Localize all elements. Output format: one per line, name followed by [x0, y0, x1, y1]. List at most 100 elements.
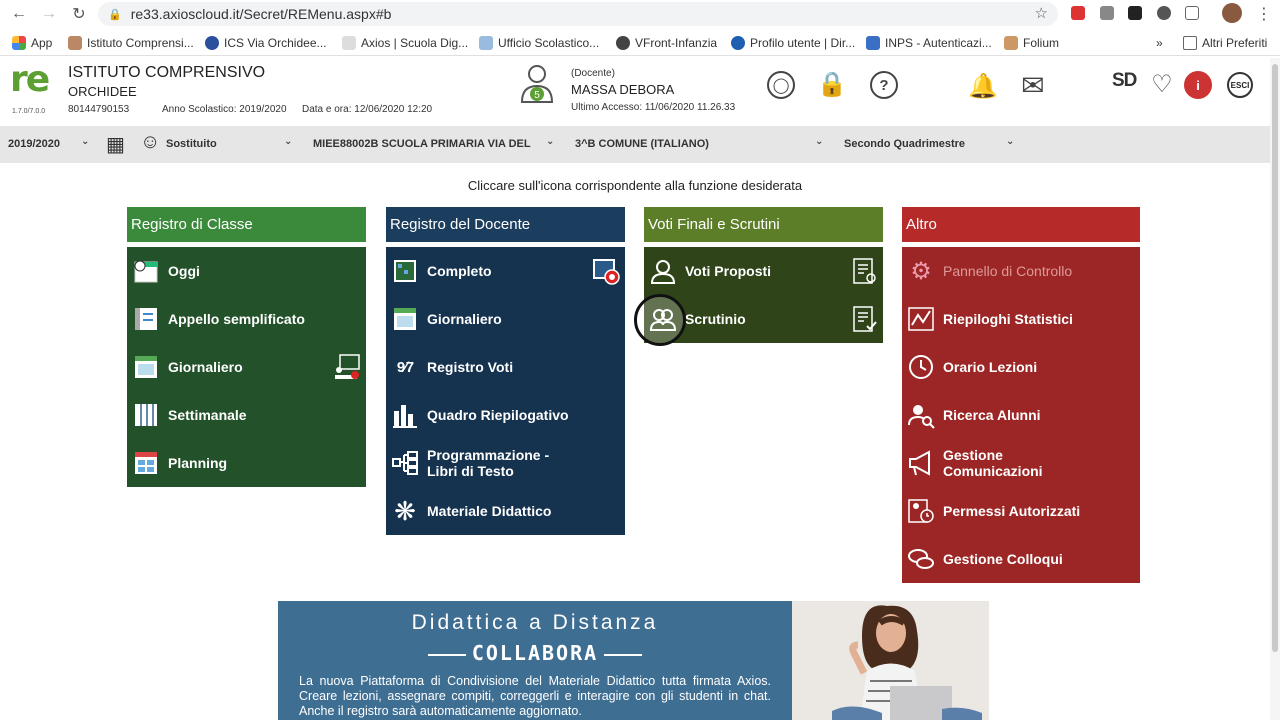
chevron-down-icon[interactable]: ⌄ [81, 136, 89, 147]
register-record-icon[interactable] [592, 257, 620, 285]
bookmarks-bar: App Istituto Comprensi... ICS Via Orchid… [0, 30, 1280, 56]
menu-item-label: Gestione Comunicazioni [943, 447, 1043, 479]
menu-item-settimanale[interactable]: Settimanale [127, 391, 366, 439]
bookmark-label: INPS - Autenticazi... [885, 36, 992, 50]
substitute-label[interactable]: Sostituito [166, 138, 217, 150]
school-name: ISTITUTO COMPRENSIVO [68, 64, 266, 81]
megaphone-icon [907, 449, 935, 477]
bookmark-item[interactable]: INPS - Autenticazi... [866, 36, 992, 50]
app-logo[interactable]: re [10, 62, 50, 98]
bookmark-apps[interactable]: App [12, 36, 52, 50]
extension-icon[interactable] [1157, 6, 1171, 20]
lock-icon[interactable]: 🔒 [817, 70, 847, 98]
menu-item-quadro-riepilogativo[interactable]: Quadro Riepilogativo [386, 391, 625, 439]
chevron-down-icon[interactable]: ⌄ [1006, 136, 1014, 147]
bookmark-label: ICS Via Orchidee... [224, 36, 327, 50]
class-register-icon[interactable]: ▦ [106, 132, 125, 157]
url-text[interactable]: re33.axioscloud.it/Secret/REMenu.aspx#b [131, 6, 392, 22]
attendance-sheet-icon [132, 305, 160, 333]
more-bookmarks-icon[interactable]: » [1156, 36, 1163, 50]
panel-registro-docente: Completo Giornaliero 9∕7 Registro Voti Q… [386, 247, 625, 535]
gears-icon: ⚙ [910, 257, 932, 285]
extensions-puzzle-icon[interactable] [1185, 6, 1199, 20]
reload-icon[interactable]: ↻ [68, 3, 90, 25]
period-select[interactable]: Secondo Quadrimestre [844, 138, 965, 150]
menu-item-label: Planning [168, 455, 228, 471]
forward-icon[interactable]: → [38, 3, 60, 25]
chevron-down-icon[interactable]: ⌄ [284, 136, 292, 147]
puzzle-icon: ❋ [394, 495, 416, 526]
year-select[interactable]: 2019/2020 [8, 138, 60, 150]
menu-item-gestione-comunicazioni[interactable]: Gestione Comunicazioni [902, 439, 1140, 487]
site-icon [866, 36, 880, 50]
menu-item-label: Completo [427, 263, 492, 279]
handshake-icon[interactable]: ♡ [1148, 70, 1176, 98]
menu-item-materiale-didattico[interactable]: ❋ Materiale Didattico [386, 487, 625, 535]
scrollbar-thumb[interactable] [1272, 64, 1278, 652]
back-icon[interactable]: ← [8, 3, 30, 25]
menu-item-label-line: Programmazione - [427, 447, 550, 463]
bookmark-item[interactable]: Ufficio Scolastico... [479, 36, 599, 50]
teacher-board-icon[interactable] [333, 353, 361, 381]
bookmark-label: Istituto Comprensi... [87, 36, 194, 50]
extension-icon[interactable] [1100, 6, 1114, 20]
bookmark-item[interactable]: ICS Via Orchidee... [205, 36, 327, 50]
info-icon[interactable]: i [1184, 71, 1212, 99]
menu-item-riepiloghi-statistici[interactable]: Riepiloghi Statistici [902, 295, 1140, 343]
full-register-icon [391, 257, 419, 285]
chevron-down-icon[interactable]: ⌄ [815, 136, 823, 147]
menu-item-completo[interactable]: Completo [386, 247, 625, 295]
menu-item-appello[interactable]: Appello semplificato [127, 295, 366, 343]
menu-item-permessi-autorizzati[interactable]: Permessi Autorizzati [902, 487, 1140, 535]
bookmark-star-icon[interactable]: ☆ [1035, 4, 1048, 22]
menu-item-planning[interactable]: Planning [127, 439, 366, 487]
menu-item-label: Riepiloghi Statistici [943, 311, 1073, 327]
document-check-icon[interactable] [850, 305, 878, 333]
bookmark-item[interactable]: Folium [1004, 36, 1059, 50]
bookmark-item[interactable]: Axios | Scuola Dig... [342, 36, 468, 50]
class-select[interactable]: 3^B COMUNE (ITALIANO) [575, 138, 709, 150]
menu-item-label: Permessi Autorizzati [943, 503, 1081, 519]
bell-icon[interactable]: 🔔 [968, 72, 998, 100]
substitute-user-icon[interactable]: ☺ [140, 131, 160, 154]
menu-item-ricerca-alunni[interactable]: Ricerca Alunni [902, 391, 1140, 439]
banner-subtitle: COLLABORA [471, 641, 599, 665]
menu-item-orario-lezioni[interactable]: Orario Lezioni [902, 343, 1140, 391]
extension-icon[interactable] [1128, 6, 1142, 20]
bookmark-item[interactable]: VFront-Infanzia [616, 36, 717, 50]
menu-item-giornaliero-docente[interactable]: Giornaliero [386, 295, 625, 343]
other-bookmarks[interactable]: Altri Preferiti [1183, 36, 1267, 50]
profile-avatar[interactable] [1222, 3, 1242, 23]
school-year: Anno Scolastico: 2019/2020 [162, 104, 287, 115]
menu-item-pannello-controllo[interactable]: ⚙ Pannello di Controllo [902, 247, 1140, 295]
logout-button[interactable]: ESCI [1227, 72, 1253, 98]
didattica-banner[interactable]: Didattica a Distanza COLLABORA La nuova … [278, 601, 792, 720]
bookmark-item[interactable]: Istituto Comprensi... [68, 36, 194, 50]
menu-item-label: Registro Voti [427, 359, 514, 375]
chevron-down-icon[interactable]: ⌄ [546, 136, 554, 147]
menu-item-registro-voti[interactable]: 9∕7 Registro Voti [386, 343, 625, 391]
menu-item-voti-proposti[interactable]: Voti Proposti [644, 247, 883, 295]
mail-icon[interactable]: ✉ [1019, 70, 1047, 101]
sd-icon[interactable]: SD [1112, 70, 1137, 92]
address-bar[interactable]: 🔒 re33.axioscloud.it/Secret/REMenu.aspx#… [98, 2, 1058, 26]
menu-item-label: Giornaliero [427, 311, 502, 327]
lightbulb-icon[interactable]: ◯ [767, 71, 795, 99]
menu-item-giornaliero-classe[interactable]: Giornaliero [127, 343, 366, 391]
site-icon [342, 36, 356, 50]
browser-menu-icon[interactable]: ⋮ [1256, 4, 1272, 24]
bookmark-label: Folium [1023, 36, 1060, 50]
user-avatar-icon: 5 [520, 65, 554, 103]
panel-title-registro-classe: Registro di Classe [127, 207, 366, 242]
help-icon[interactable]: ? [870, 71, 898, 99]
menu-item-label: Voti Proposti [685, 263, 772, 279]
menu-item-gestione-colloqui[interactable]: Gestione Colloqui [902, 535, 1140, 583]
menu-item-programmazione[interactable]: Programmazione - Libri di Testo [386, 439, 625, 487]
menu-item-oggi[interactable]: Oggi [127, 247, 366, 295]
user-role: (Docente) [571, 68, 615, 79]
extension-icon[interactable] [1071, 6, 1085, 20]
bookmark-item[interactable]: Profilo utente | Dir... [731, 36, 855, 50]
document-user-icon[interactable] [850, 257, 878, 285]
app-header: re 1.7.0/7.0.0 ISTITUTO COMPRENSIVO ORCH… [0, 58, 1270, 124]
school-select[interactable]: MIEE88002B SCUOLA PRIMARIA VIA DEL [313, 138, 531, 150]
